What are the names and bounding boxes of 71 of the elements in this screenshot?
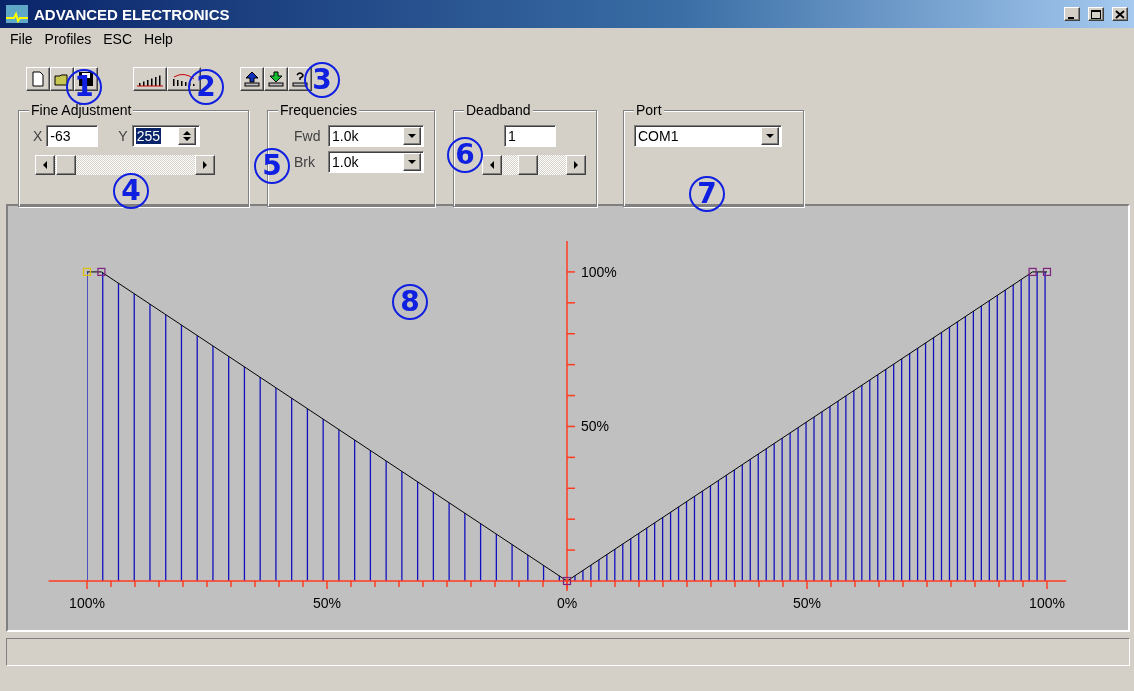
point-marker[interactable] bbox=[1042, 267, 1052, 276]
axis-label: 50% bbox=[313, 595, 341, 611]
download-arrow-icon bbox=[268, 71, 284, 87]
right-arrow-button[interactable] bbox=[195, 155, 215, 175]
app-icon bbox=[6, 5, 28, 23]
minimize-icon bbox=[1068, 16, 1074, 19]
callout-number: 8 bbox=[392, 284, 428, 320]
axis-label: 50% bbox=[793, 595, 821, 611]
callout-number: 3 bbox=[304, 62, 340, 98]
menu-item[interactable]: Profiles bbox=[38, 29, 98, 49]
field-label: Brk bbox=[294, 154, 316, 170]
toolbar-button[interactable] bbox=[240, 67, 264, 91]
close-button[interactable] bbox=[1112, 7, 1128, 21]
callout-number: 7 bbox=[689, 176, 725, 212]
toolbar-button[interactable] bbox=[264, 67, 288, 91]
callout-number: 5 bbox=[254, 148, 290, 184]
question-mark-icon bbox=[292, 71, 308, 87]
callout-number: 6 bbox=[447, 137, 483, 173]
point-marker[interactable] bbox=[562, 576, 572, 586]
dropdown[interactable]: COM1 bbox=[634, 125, 782, 147]
axis-label: 50% bbox=[581, 418, 610, 435]
upload-arrow-icon bbox=[244, 71, 260, 87]
point-marker[interactable] bbox=[1028, 267, 1037, 276]
maximize-icon bbox=[1091, 9, 1101, 19]
window-title: ADVANCED ELECTRONICS bbox=[34, 5, 231, 23]
triangle-left-icon bbox=[489, 161, 495, 169]
point-marker[interactable] bbox=[97, 267, 106, 276]
axis-label: 100% bbox=[581, 263, 617, 280]
triangle-left-icon bbox=[42, 161, 48, 169]
bar-chart-icon bbox=[170, 71, 198, 87]
dropdown-arrow-icon bbox=[766, 133, 774, 139]
left-arrow-button[interactable] bbox=[482, 155, 502, 175]
new-file-icon bbox=[30, 71, 46, 87]
dropdown-arrow-icon bbox=[408, 159, 416, 165]
field-label: Y bbox=[118, 128, 128, 144]
menu-item[interactable]: File bbox=[4, 29, 39, 49]
dropdown[interactable]: 1.0k bbox=[328, 125, 424, 147]
group-title: Fine Adjustment bbox=[29, 102, 134, 118]
minimize-button[interactable] bbox=[1064, 7, 1080, 21]
field-label: Fwd bbox=[294, 128, 322, 144]
toolbar-button[interactable] bbox=[133, 67, 167, 91]
group-title: Port bbox=[634, 102, 664, 118]
callout-number: 4 bbox=[113, 173, 149, 209]
slider-thumb[interactable] bbox=[517, 155, 538, 175]
toolbar-button[interactable] bbox=[26, 67, 50, 91]
group-title: Deadband bbox=[464, 102, 533, 118]
maximize-button[interactable] bbox=[1088, 7, 1104, 21]
toolbar-button[interactable] bbox=[288, 67, 312, 91]
input-field[interactable]: 1 bbox=[504, 125, 556, 147]
dropdown[interactable]: 1.0k bbox=[328, 151, 424, 173]
triangle-right-icon bbox=[202, 161, 208, 169]
field-label: X bbox=[33, 128, 43, 144]
axis-label: 100% bbox=[1029, 595, 1065, 611]
callout-number: 2 bbox=[188, 69, 224, 105]
toolbar-button[interactable] bbox=[50, 67, 74, 91]
input-field[interactable]: -63 bbox=[46, 125, 99, 147]
triangle-right-icon bbox=[573, 161, 579, 169]
point-marker[interactable] bbox=[82, 267, 92, 276]
left-arrow-button[interactable] bbox=[35, 155, 55, 175]
close-icon bbox=[1115, 9, 1125, 19]
spin-arrows-icon bbox=[182, 130, 191, 142]
folder-icon bbox=[54, 71, 70, 87]
slider-thumb[interactable] bbox=[56, 155, 77, 175]
spin-field[interactable]: 255 bbox=[131, 125, 200, 147]
right-arrow-button[interactable] bbox=[566, 155, 586, 175]
dropdown-arrow-icon bbox=[408, 133, 416, 139]
group-title: Frequencies bbox=[278, 102, 360, 118]
axis-label: 0% bbox=[556, 595, 578, 611]
menu-item[interactable]: Help bbox=[138, 29, 179, 49]
axis-label: 100% bbox=[69, 595, 105, 611]
menu-item[interactable]: ESC bbox=[97, 29, 139, 49]
